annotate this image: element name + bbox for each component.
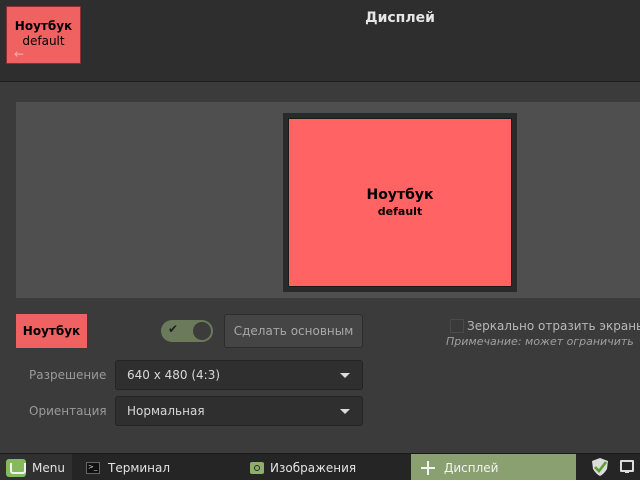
resolution-value: 640 x 480 (4:3) [127,368,221,382]
mirror-displays-checkbox[interactable] [450,319,464,333]
monitor-tray-icon[interactable] [620,460,634,473]
identify-badge-sub: default [22,34,65,48]
monitor-arrangement-area[interactable]: Ноутбук default [16,102,640,298]
back-arrow-icon[interactable]: ← [14,48,24,60]
monitor-laptop[interactable]: Ноутбук default [288,118,512,287]
window-title: Дисплей [365,10,435,26]
mirror-displays-label: Зеркально отразить экраны [467,319,640,333]
taskbar-item-images[interactable]: Изображения [242,454,410,480]
monitor-sub: default [377,205,423,218]
orientation-label: Ориентация [29,404,107,418]
check-icon: ✔ [168,322,179,336]
mint-logo-icon [6,458,26,477]
mirror-note: Примечание: может ограничить [446,335,634,348]
taskbar-item-terminal[interactable]: >_ Терминал [72,454,240,480]
menu-label: Menu [32,460,65,475]
header-bar: Дисплей Ноутбук default ← [0,0,640,82]
taskbar-item-label: Дисплей [444,460,499,475]
image-viewer-icon [250,461,264,474]
resolution-label: Разрешение [29,368,107,382]
monitor-frame[interactable]: Ноутбук default [283,113,517,292]
taskbar: Menu >_ Терминал Изображения Дисплей [0,453,640,480]
taskbar-item-label: Изображения [270,460,357,475]
identify-badge-name: Ноутбук [14,19,73,33]
taskbar-item-display[interactable]: Дисплей [411,454,576,480]
orientation-value: Нормальная [127,404,205,418]
terminal-icon: >_ [86,461,100,474]
display-select-button[interactable]: Ноутбук [16,314,87,348]
menu-button[interactable]: Menu [0,454,72,480]
display-icon [421,460,435,475]
chevron-down-icon [340,373,350,378]
display-enabled-toggle[interactable]: ✔ [161,320,213,342]
orientation-dropdown[interactable]: Нормальная [115,396,363,426]
toggle-knob [193,322,211,340]
make-primary-button[interactable]: Сделать основным [224,314,363,348]
monitor-name: Ноутбук [366,187,434,203]
shield-check-icon[interactable] [590,457,610,477]
taskbar-item-label: Терминал [108,460,171,475]
mirror-displays-row[interactable]: Зеркально отразить экраны [450,317,640,335]
resolution-dropdown[interactable]: 640 x 480 (4:3) [115,360,363,390]
chevron-down-icon [340,409,350,414]
